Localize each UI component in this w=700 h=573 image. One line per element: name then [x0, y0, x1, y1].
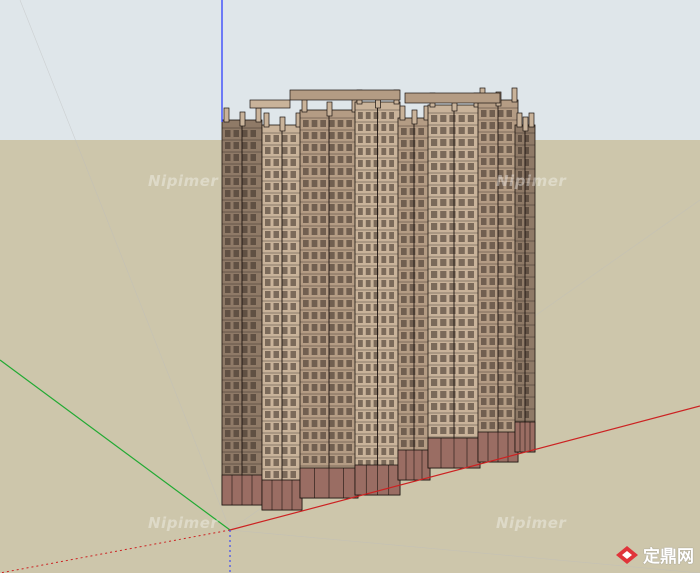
- zhulong-logo-icon: [616, 545, 638, 564]
- site-logo: 定鼎网: [615, 542, 694, 567]
- sketchup-viewport[interactable]: Nipimer Nipimer Nipimer Nipimer 定鼎网: [0, 0, 700, 573]
- 3d-scene[interactable]: [0, 0, 700, 573]
- building-model[interactable]: [221, 87, 536, 511]
- logo-text: 定鼎网: [643, 547, 694, 567]
